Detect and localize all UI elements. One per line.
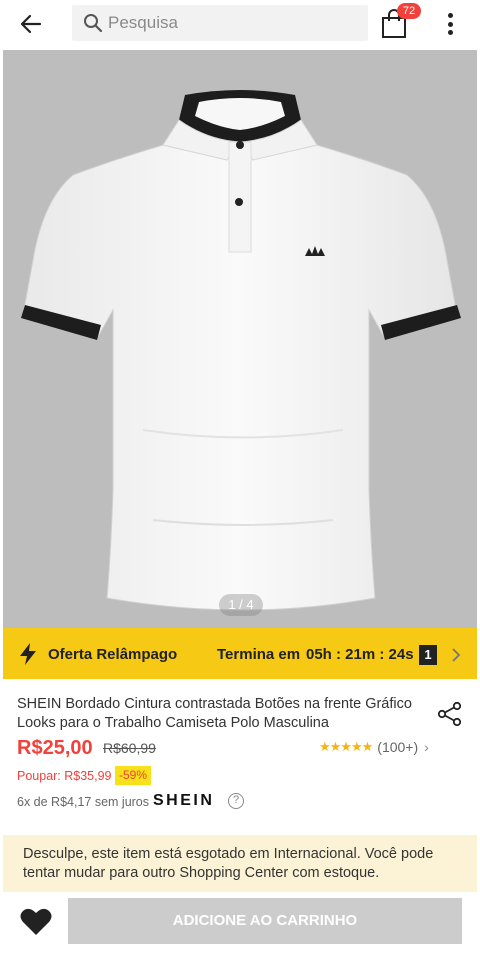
- countdown-tenths: 1: [419, 645, 437, 665]
- bottom-action-bar: ADICIONE AO CARRINHO: [0, 892, 480, 954]
- flash-sale-title: Oferta Relâmpago: [48, 646, 178, 663]
- product-image-gallery[interactable]: [0, 50, 480, 628]
- rating-stars-icon: ★★★★★: [319, 739, 373, 754]
- flash-sale-ends-label: Termina em: [217, 646, 301, 663]
- chevron-right-icon: ›: [424, 739, 429, 755]
- cart-count-badge: 72: [397, 3, 421, 19]
- search-icon: [82, 12, 104, 34]
- discount-badge: -59%: [115, 766, 152, 785]
- more-options-icon[interactable]: [438, 10, 462, 38]
- wishlist-heart-icon[interactable]: [19, 906, 53, 938]
- product-title: SHEIN Bordado Cintura contrastada Botões…: [17, 696, 412, 731]
- search-placeholder: Pesquisa: [108, 13, 178, 32]
- image-pager-indicator: 1 / 4: [219, 594, 263, 616]
- lightning-bolt-icon: [20, 643, 36, 665]
- installments-text: 6x de R$4,17 sem juros: [17, 795, 150, 809]
- review-count: (100+): [377, 739, 419, 755]
- rating-summary[interactable]: ★★★★★ (100+) ›: [319, 739, 429, 755]
- out-of-stock-notice: Desculpe, este item está esgotado em Int…: [3, 835, 477, 892]
- chevron-right-icon: [452, 648, 461, 662]
- top-app-bar: Pesquisa 72: [0, 0, 480, 50]
- flash-sale-bar[interactable]: Oferta Relâmpago Termina em 05h : 21m : …: [3, 628, 477, 679]
- search-input[interactable]: Pesquisa: [72, 5, 368, 41]
- product-image: [21, 90, 461, 611]
- savings-text: Poupar: R$35,99: [17, 769, 112, 783]
- back-arrow-icon[interactable]: [16, 9, 46, 39]
- original-price: R$60,99: [103, 740, 156, 756]
- help-icon[interactable]: ?: [228, 793, 244, 809]
- product-info-section: SHEIN Bordado Cintura contrastada Botões…: [3, 679, 477, 835]
- brand-logo: SHEIN: [153, 792, 215, 809]
- flash-sale-countdown: 05h : 21m : 24s: [306, 646, 414, 663]
- share-icon[interactable]: [437, 701, 463, 727]
- sale-price: R$25,00: [17, 737, 93, 759]
- add-to-cart-button[interactable]: ADICIONE AO CARRINHO: [68, 898, 462, 944]
